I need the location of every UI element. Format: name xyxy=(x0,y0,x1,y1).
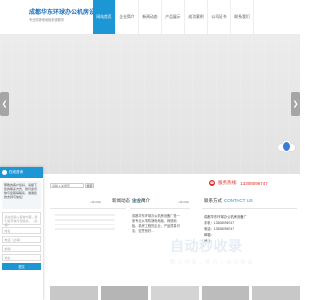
product-thumbnail[interactable] xyxy=(151,286,199,300)
list-item[interactable] xyxy=(55,228,115,231)
about-more-link[interactable]: +MORE xyxy=(178,200,189,204)
watermark: 自动秒收录 数 上 排 接 → 来 访 → 自 动 收 录 xyxy=(170,236,253,266)
main-nav: 网站首页 企业简介 新闻动态 产品展示 成功案例 公司证书 联系我们 xyxy=(93,0,254,34)
product-thumbnail[interactable] xyxy=(252,286,300,300)
hero-banner: ❮ ❯ xyxy=(0,34,300,174)
hotline-number: 13308096747 xyxy=(240,180,268,186)
chat-phone-field[interactable]: 电话（必填） xyxy=(2,236,41,243)
product-thumbnails xyxy=(50,286,300,300)
chat-submit-button[interactable]: 提交 xyxy=(2,263,41,270)
chat-address-field[interactable]: 地址 xyxy=(2,254,41,261)
section-divider xyxy=(50,208,126,209)
hotline: ☎ 服务热线: 13308096747 xyxy=(209,180,268,186)
nav-item-home[interactable]: 网站首页 xyxy=(93,0,116,34)
banner-next-button[interactable]: ❯ xyxy=(291,92,300,116)
site-subtitle: 专业防静电地板系统服务 xyxy=(29,18,65,22)
product-thumbnail[interactable] xyxy=(201,286,250,300)
search-input[interactable] xyxy=(50,183,84,188)
watermark-tagline: 数 上 排 接 → 来 访 → 自 动 收 录 xyxy=(170,260,253,266)
news-more-link[interactable]: +MORE xyxy=(90,200,101,204)
chat-header[interactable]: 在线咨询 xyxy=(0,167,43,178)
section-divider xyxy=(130,208,190,209)
contact-section-title: 联系方式 CONTACT US xyxy=(204,198,253,203)
phone-icon: ☎ xyxy=(209,180,215,186)
customer-service-avatar[interactable] xyxy=(277,141,297,161)
chat-email-field[interactable]: 邮箱 xyxy=(2,245,41,252)
chat-avatar-icon xyxy=(2,170,7,175)
nav-item-news[interactable]: 新闻动态 xyxy=(139,0,162,34)
watermark-logo: 自动秒收录 xyxy=(170,238,243,254)
section-divider xyxy=(202,208,297,209)
nav-item-cases[interactable]: 成功案例 xyxy=(185,0,208,34)
chat-form: 请在此输入留言内容，我们会尽快与您联系。（必填） 姓名 电话（必填） 邮箱 地址… xyxy=(2,212,41,270)
chat-message: 尊敬的客户您好，请留下您的联系方式，我们会尽快与您取得联系，谢谢您的支持与信任！ xyxy=(2,181,41,209)
list-item[interactable] xyxy=(55,218,115,221)
product-thumbnail[interactable] xyxy=(50,286,98,300)
list-item[interactable] xyxy=(55,214,115,216)
chat-title: 在线咨询 xyxy=(9,170,23,174)
nav-item-about[interactable]: 企业简介 xyxy=(116,0,139,34)
nav-item-certificates[interactable]: 公司证书 xyxy=(208,0,231,34)
site-header: 成都华东环球办公机房设备厂 专业防静电地板系统服务 网站首页 企业简介 新闻动态… xyxy=(0,0,300,34)
nav-item-contact[interactable]: 联系我们 xyxy=(231,0,254,34)
nav-item-products[interactable]: 产品展示 xyxy=(162,0,185,34)
list-item[interactable] xyxy=(55,223,115,226)
search-button[interactable]: 搜索 xyxy=(85,183,94,188)
chevron-left-icon: ❮ xyxy=(1,101,8,108)
chat-panel: 在线咨询 尊敬的客户您好，请留下您的联系方式，我们会尽快与您取得联系，谢谢您的支… xyxy=(0,167,43,300)
news-section-title: 新闻动态 NEWS xyxy=(112,198,146,203)
agent-icon xyxy=(282,141,291,152)
about-text: 成都华东环球办公机房设备厂是一家专业从事防静电地板、网络地板、机房工程的企业，产… xyxy=(132,214,180,233)
news-list xyxy=(55,214,115,233)
chevron-right-icon: ❯ xyxy=(292,101,299,108)
banner-prev-button[interactable]: ❮ xyxy=(0,92,9,116)
chat-message-field[interactable]: 请在此输入留言内容，我们会尽快与您联系。（必填） xyxy=(2,212,41,227)
product-thumbnail[interactable] xyxy=(100,286,149,300)
hotline-label: 服务热线: xyxy=(218,180,238,185)
chat-name-field[interactable]: 姓名 xyxy=(2,227,41,234)
banner-image xyxy=(0,34,300,174)
